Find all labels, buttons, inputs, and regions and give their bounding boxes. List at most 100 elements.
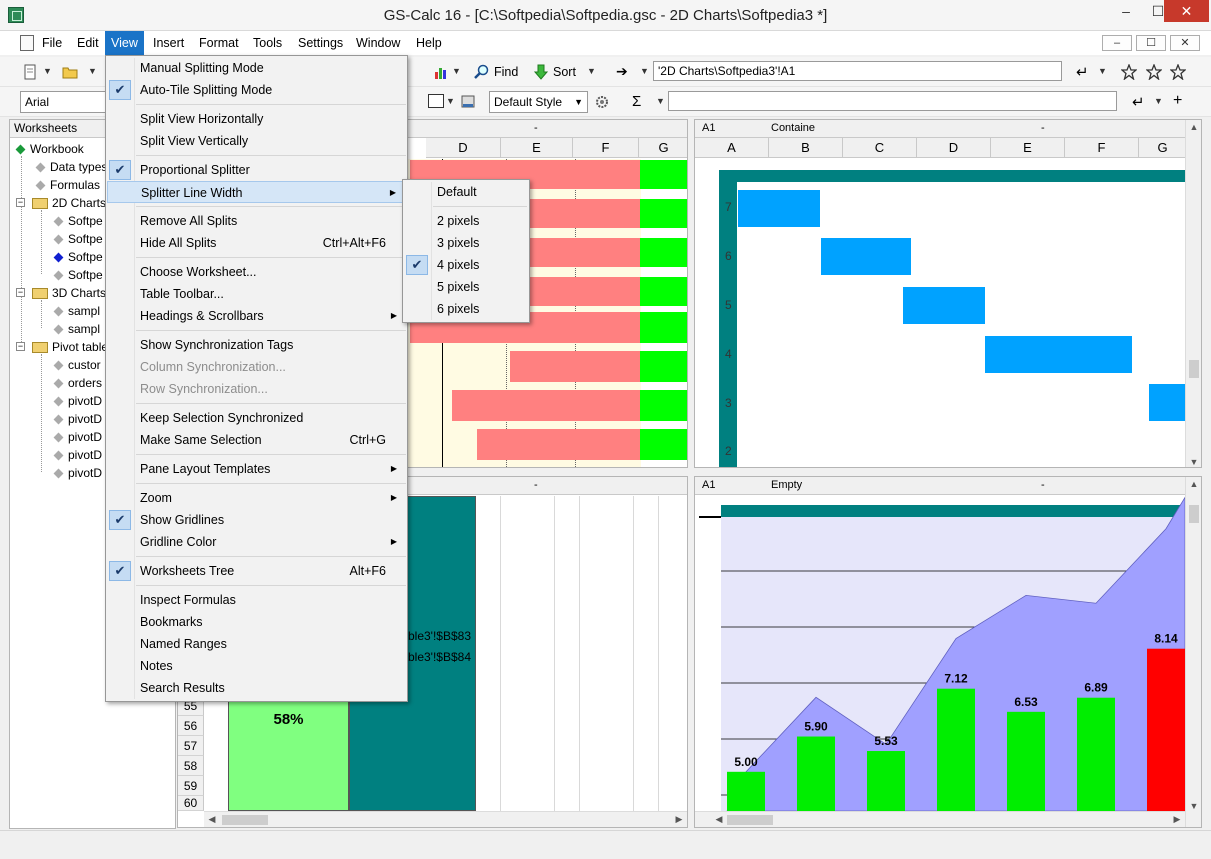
document-icon[interactable] [20,35,34,51]
view-menu-item[interactable]: Inspect Formulas [107,589,406,611]
scroll-right-icon[interactable]: ▶ [671,814,687,825]
view-menu-item[interactable]: ✔ Proportional Splitter [107,159,406,181]
menu-format[interactable]: Format [193,31,245,55]
column-header-f[interactable]: F [573,138,639,158]
view-menu-item[interactable]: Named Ranges [107,633,406,655]
vscroll-thumb[interactable] [1189,360,1199,378]
column-header-e[interactable]: E [991,138,1065,158]
chart-dropdown-icon[interactable]: ▼ [452,66,461,76]
mdi-close-button[interactable]: ✕ [1170,35,1200,51]
view-menu-item[interactable]: Remove All Splits [107,210,406,232]
formula-dropdown-icon[interactable]: ▼ [1154,96,1163,106]
view-menu-item[interactable]: Pane Layout Templates ▶ [107,458,406,480]
view-menu-item[interactable]: Notes [107,655,406,677]
view-menu-item[interactable]: ✔ Show Gridlines [107,509,406,531]
column-header-c[interactable]: C [843,138,917,158]
tree-item[interactable]: Softpe [52,248,103,266]
collapse-icon[interactable]: − [16,288,25,297]
grid-cells[interactable] [476,496,687,811]
menu-settings[interactable]: Settings [292,31,349,55]
hscroll-thumb[interactable] [727,815,773,825]
tree-item[interactable]: pivotD [52,392,102,410]
view-menu-item[interactable]: Manual Splitting Mode [107,57,406,79]
close-button[interactable]: ✕ [1164,0,1209,22]
previous-bookmark-icon[interactable] [1146,64,1162,80]
column-header-a[interactable]: A [695,138,769,158]
view-menu-item[interactable]: Split View Vertically [107,130,406,152]
column-header-g[interactable]: G [639,138,687,158]
cell-reference-input[interactable]: '2D Charts\Softpedia3'!A1 [653,61,1062,81]
tree-item[interactable]: sampl [52,302,100,320]
tree-item[interactable]: pivotD [52,446,102,464]
column-header-f[interactable]: F [1065,138,1139,158]
column-header-g[interactable]: G [1139,138,1187,158]
pane-bottom-left-hscroll[interactable]: ◀ ▶ [204,811,687,827]
pane-bottom-right[interactable]: A1 Empty - 5.00 5.90 5.53 7.12 6.53 6.89 8.14 … [694,476,1202,828]
column-header-d[interactable]: D [917,138,991,158]
menu-view[interactable]: View [105,31,144,55]
menu-edit[interactable]: Edit [71,31,105,55]
view-menu-item[interactable]: Zoom ▶ [107,487,406,509]
tree-item[interactable]: − 2D Charts [16,194,106,212]
tree-item[interactable]: Formulas [34,176,100,194]
splitter-width-option[interactable]: Default [404,181,528,203]
view-menu-item[interactable]: ✔ Worksheets Tree Alt+F6 [107,560,406,582]
sort-dropdown-icon[interactable]: ▼ [587,66,596,76]
tree-item[interactable]: Softpe [52,230,103,248]
mdi-minimize-button[interactable]: – [1102,35,1132,51]
view-menu-item[interactable]: Search Results [107,677,406,699]
find-button[interactable]: Find [494,65,518,79]
tree-item[interactable]: Workbook [14,140,84,158]
scroll-right-icon[interactable]: ▶ [1169,814,1185,825]
next-bookmark-icon[interactable] [1170,64,1186,80]
find-icon[interactable] [474,64,490,80]
view-menu-item[interactable]: Show Synchronization Tags [107,334,406,356]
tree-item[interactable]: − Pivot table [16,338,108,356]
view-menu-item[interactable]: Table Toolbar... [107,283,406,305]
view-menu-item[interactable]: Make Same Selection Ctrl+G [107,429,406,451]
open-folder-icon[interactable] [62,64,78,80]
style-dropdown-icon[interactable]: ▼ [574,92,583,112]
tree-item[interactable]: pivotD [52,428,102,446]
scroll-left-icon[interactable]: ◀ [204,814,220,825]
column-header-b[interactable]: B [769,138,843,158]
view-menu-item[interactable]: Bookmarks [107,611,406,633]
tree-item[interactable]: Data types [34,158,107,176]
gear-icon[interactable] [594,94,610,110]
tree-item[interactable]: custor [52,356,101,374]
column-header-d[interactable]: D [426,138,501,158]
row-header[interactable]: 56 [178,716,204,736]
menu-tools[interactable]: Tools [247,31,288,55]
row-header[interactable]: 58 [178,756,204,776]
view-menu-item[interactable]: Choose Worksheet... [107,261,406,283]
tree-item[interactable]: sampl [52,320,100,338]
formula-enter-icon[interactable]: ↵ [1132,93,1145,111]
tree-item[interactable]: Softpe [52,266,103,284]
row-header[interactable]: 60 [178,796,204,811]
row-header[interactable]: 57 [178,736,204,756]
new-document-icon[interactable] [22,64,38,80]
sort-button[interactable]: Sort [553,65,576,79]
sort-icon[interactable] [533,64,549,80]
splitter-width-option[interactable]: 3 pixels [404,232,528,254]
scroll-down-icon[interactable]: ▼ [1186,457,1201,467]
vscroll-thumb[interactable] [1189,505,1199,523]
view-menu-item[interactable]: Splitter Line Width ▶ [107,181,406,203]
scroll-up-icon[interactable]: ▲ [1186,479,1201,489]
collapse-icon[interactable]: − [16,342,25,351]
scroll-left-icon[interactable]: ◀ [711,814,727,825]
open-dropdown-icon[interactable]: ▼ [88,66,97,76]
row-header[interactable]: 59 [178,776,204,796]
sum-dropdown-icon[interactable]: ▼ [656,96,665,106]
goto-dropdown-icon[interactable]: ▼ [640,66,649,76]
sum-icon[interactable]: Σ [632,93,641,110]
view-menu-item[interactable]: Gridline Color ▶ [107,531,406,553]
view-menu-item[interactable]: Headings & Scrollbars ▶ [107,305,406,327]
hscroll-thumb[interactable] [222,815,268,825]
splitter-width-option[interactable]: ✔ 4 pixels [404,254,528,276]
pane-bottom-right-hscroll[interactable]: ◀ ▶ [695,811,1185,827]
border-style-icon[interactable] [428,94,444,108]
border-dropdown-icon[interactable]: ▼ [446,96,455,106]
collapse-icon[interactable]: − [16,198,25,207]
formula-input[interactable] [668,91,1117,111]
